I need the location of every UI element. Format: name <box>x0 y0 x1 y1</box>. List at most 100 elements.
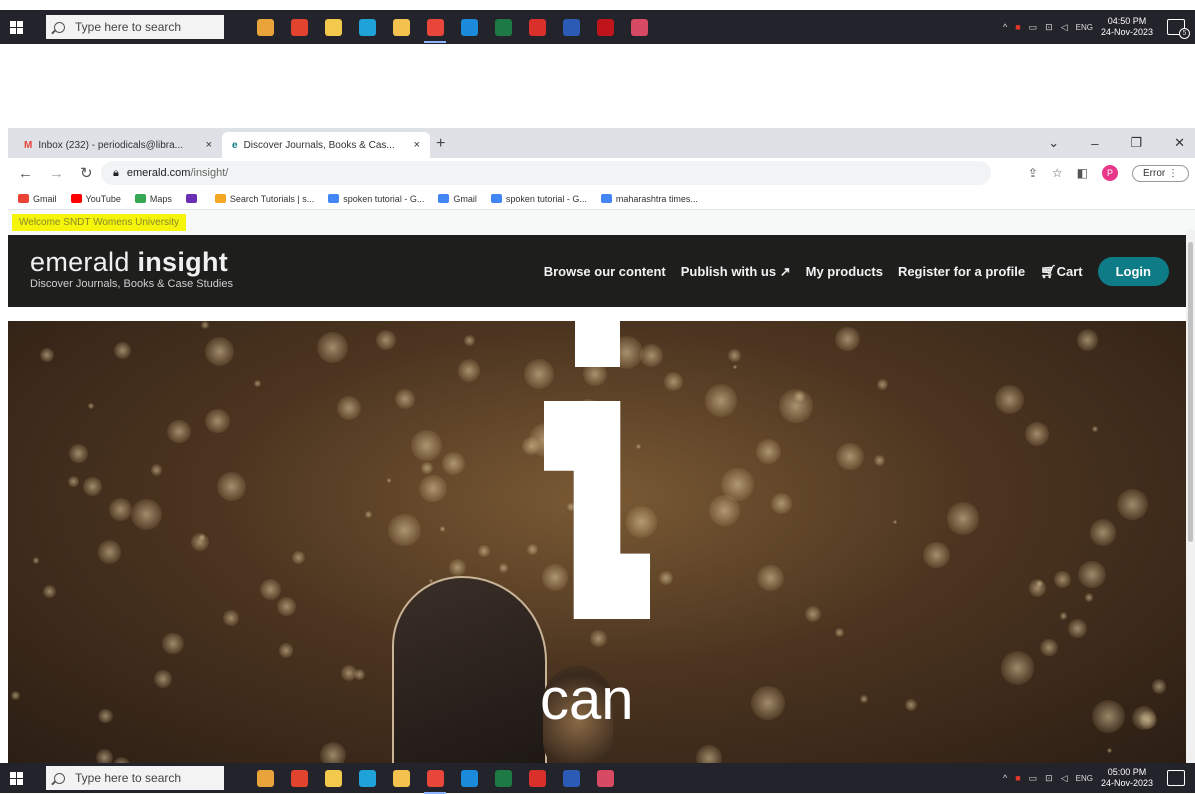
url-domain: emerald.com <box>126 167 191 179</box>
taskbar-clock[interactable]: 04:50 PM 24-Nov-2023 <box>1101 16 1153 38</box>
paint-icon[interactable] <box>592 765 618 791</box>
nav-publish-with-us[interactable]: Publish with us ↗ <box>681 264 791 280</box>
red-app-icon[interactable] <box>524 14 550 40</box>
bokeh-light <box>223 610 239 626</box>
reload-icon[interactable]: ↻ <box>80 164 93 182</box>
mail-icon[interactable] <box>456 14 482 40</box>
bokeh-light <box>640 344 663 367</box>
battery-icon[interactable]: ▭ <box>1029 773 1038 784</box>
bokeh-light <box>541 564 569 591</box>
word-icon[interactable] <box>558 14 584 40</box>
volume-icon[interactable]: ◁ <box>1061 22 1068 33</box>
nav-publish-label: Publish with us <box>680 263 777 279</box>
taskbar-clock[interactable]: 05:00 PM 24-Nov-2023 <box>1101 767 1153 789</box>
error-button[interactable]: Error ⋮ <box>1131 164 1189 182</box>
task-view-icon[interactable] <box>320 765 346 791</box>
minimize-button[interactable]: – <box>1091 136 1098 151</box>
start-button[interactable] <box>0 763 32 793</box>
edge-icon[interactable] <box>354 765 380 791</box>
bookmark-item[interactable]: Gmail <box>438 194 477 204</box>
bokeh-light <box>1084 593 1094 603</box>
paint-icon[interactable] <box>626 14 652 40</box>
bookmark-item[interactable]: Search Tutorials | s... <box>214 194 314 204</box>
bookmark-item[interactable]: spoken tutorial - G... <box>490 194 587 204</box>
language-indicator[interactable]: ENG <box>1076 774 1093 783</box>
forward-icon[interactable]: → <box>49 165 64 182</box>
tray-app-icon[interactable]: ■ <box>1015 773 1020 783</box>
bokeh-light <box>836 442 864 471</box>
bokeh-light <box>88 402 95 410</box>
chrome-icon[interactable] <box>422 765 448 794</box>
excel-icon[interactable] <box>490 765 516 791</box>
tab-search-icon[interactable]: ⌄ <box>1048 135 1059 151</box>
bokeh-light <box>200 321 209 330</box>
bookmarks-bar: Gmail YouTube Maps Search Tutorials | s... s… <box>8 188 1195 210</box>
excel-icon[interactable] <box>490 14 516 40</box>
profile-avatar[interactable]: P <box>1101 165 1118 181</box>
network-icon[interactable]: ⊡ <box>1045 22 1053 33</box>
bookmark-favicon-icon <box>214 194 226 203</box>
gift-app-icon[interactable] <box>286 14 312 40</box>
mcafee-icon[interactable] <box>592 14 618 40</box>
file-explorer-icon[interactable] <box>388 14 414 40</box>
side-panel-icon[interactable]: ◧ <box>1077 166 1088 180</box>
address-bar[interactable]: 🔒︎ emerald.com/insight/ <box>101 161 991 185</box>
new-tab-button[interactable]: + <box>436 135 445 153</box>
login-button[interactable]: Login <box>1097 257 1169 286</box>
nav-register[interactable]: Register for a profile <box>898 264 1025 279</box>
system-tray: ^ ■ ▭ ⊡ ◁ ENG 04:50 PM 24-Nov-2023 5 <box>1003 10 1195 44</box>
battery-icon[interactable]: ▭ <box>1029 22 1038 33</box>
mail-icon[interactable] <box>456 765 482 791</box>
tab-gmail[interactable]: M Inbox (232) - periodicals@libra... × <box>14 132 222 158</box>
bookmark-item[interactable]: spoken tutorial - G... <box>328 194 424 204</box>
taskbar-search[interactable]: Type here to search <box>46 766 224 790</box>
nav-cart[interactable]: 🛒︎Cart <box>1040 264 1083 280</box>
gift-app-icon[interactable] <box>286 765 312 791</box>
close-window-button[interactable]: ✕ <box>1174 135 1185 151</box>
search-icon <box>54 21 65 33</box>
task-view-icon[interactable] <box>320 14 346 40</box>
restore-button[interactable]: ❐ <box>1130 135 1142 151</box>
bookmark-favicon-icon <box>18 194 29 203</box>
network-icon[interactable]: ⊡ <box>1045 773 1053 784</box>
logo-light: emerald <box>30 247 138 277</box>
share-icon[interactable]: ⇪ <box>1028 166 1038 180</box>
clock-app-icon[interactable] <box>252 14 278 40</box>
scrollbar-thumb[interactable] <box>1188 242 1193 542</box>
bokeh-light <box>260 579 282 601</box>
bokeh-light <box>336 395 361 421</box>
bookmark-item[interactable]: Maps <box>134 194 172 204</box>
tray-app-icon[interactable]: ■ <box>1015 22 1020 32</box>
red-app-icon[interactable] <box>524 765 550 791</box>
bokeh-light <box>524 358 555 389</box>
volume-icon[interactable]: ◁ <box>1061 773 1068 784</box>
bokeh-light <box>1036 580 1043 587</box>
edge-icon[interactable] <box>354 14 380 40</box>
nav-browse-content[interactable]: Browse our content <box>544 264 666 279</box>
page-scrollbar[interactable] <box>1186 230 1195 763</box>
notification-icon[interactable] <box>1167 770 1185 786</box>
bookmark-star-icon[interactable]: ☆ <box>1052 166 1063 180</box>
emerald-insight-logo[interactable]: emerald insight Discover Journals, Books… <box>30 247 233 290</box>
bookmark-item[interactable] <box>185 194 201 203</box>
taskbar-search[interactable]: Type here to search <box>46 15 224 39</box>
bokeh-light <box>751 685 785 720</box>
clock-app-icon[interactable] <box>252 765 278 791</box>
file-explorer-icon[interactable] <box>388 765 414 791</box>
chrome-icon[interactable] <box>422 14 448 43</box>
bookmark-item[interactable]: YouTube <box>70 194 121 204</box>
tray-chevron-icon[interactable]: ^ <box>1003 773 1007 783</box>
tray-chevron-icon[interactable]: ^ <box>1003 22 1007 32</box>
language-indicator[interactable]: ENG <box>1076 23 1093 32</box>
tab-close-icon[interactable]: × <box>206 139 212 151</box>
tab-close-icon[interactable]: × <box>414 139 420 151</box>
notification-icon[interactable]: 5 <box>1167 19 1190 39</box>
bookmark-item[interactable]: maharashtra times... <box>600 194 698 204</box>
bookmark-item[interactable]: Gmail <box>18 194 57 204</box>
bokeh-light <box>1025 422 1050 446</box>
word-icon[interactable] <box>558 765 584 791</box>
start-button[interactable] <box>0 10 32 44</box>
nav-my-products[interactable]: My products <box>806 264 883 279</box>
back-icon[interactable]: ← <box>18 165 33 182</box>
tab-emerald[interactable]: e Discover Journals, Books & Cas... × <box>222 132 430 158</box>
